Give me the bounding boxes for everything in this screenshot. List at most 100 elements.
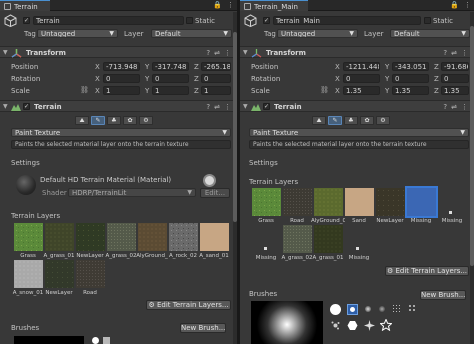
settings-tool-button[interactable]: ⚙ (139, 116, 153, 125)
terrain-layer-tile[interactable] (76, 260, 105, 288)
more-icon[interactable]: ⋮ (224, 49, 231, 57)
detail-tool-button[interactable]: ✿ (360, 116, 374, 125)
position-x-field[interactable]: -713.948 (103, 62, 140, 71)
terrain-layer-tile[interactable] (283, 225, 312, 253)
tab-inspector-terrain[interactable]: Terrain (0, 0, 50, 11)
scale-y-field[interactable]: 1 (152, 86, 189, 95)
brush-soft-icon[interactable] (365, 306, 371, 312)
link-icon[interactable]: ⛓ (80, 86, 89, 94)
new-brush-button[interactable]: New Brush... (180, 323, 226, 333)
active-checkbox[interactable]: ✓ (263, 17, 270, 24)
terrain-layer-tile[interactable] (107, 223, 136, 251)
scrollbar-thumb[interactable] (470, 26, 474, 266)
tab-inspector-terrain-main[interactable]: Terrain_Main (240, 0, 308, 11)
edit-shader-button[interactable]: Edit... (200, 188, 230, 198)
brush-splat-icon[interactable] (331, 321, 340, 330)
edit-terrain-layers-button[interactable]: ⚙ Edit Terrain Layers... (385, 266, 469, 276)
tree-tool-button[interactable]: ♣ (107, 116, 121, 125)
tag-dropdown[interactable]: Untagged ▼ (277, 29, 358, 38)
help-icon[interactable]: ? (443, 103, 447, 111)
rotation-y-field[interactable]: 0 (392, 74, 429, 83)
rotation-x-field[interactable]: 0 (343, 74, 380, 83)
help-icon[interactable]: ? (206, 49, 210, 57)
terrain-layer-tile[interactable] (14, 260, 43, 288)
scale-x-field[interactable]: 1 (103, 86, 140, 95)
terrain-header[interactable]: ▼ ✓ Terrain ? ⇌ ⋮ (240, 100, 474, 112)
terrain-layer-tile[interactable] (314, 188, 343, 216)
tree-tool-button[interactable]: ♣ (344, 116, 358, 125)
raise-lower-tool-button[interactable]: ⛰ (312, 116, 326, 125)
brush-square-icon[interactable] (103, 337, 110, 344)
help-icon[interactable]: ? (206, 103, 210, 111)
brush-starburst-icon[interactable] (364, 320, 375, 331)
terrain-layer-tile[interactable] (345, 188, 374, 216)
terrain-layer-tile[interactable] (200, 223, 229, 251)
brush-circle-icon[interactable] (92, 337, 99, 344)
object-name-field[interactable]: Terrain_Main (273, 16, 421, 25)
terrain-layer-tile[interactable] (138, 223, 167, 251)
brush-soft-selected-icon[interactable] (347, 304, 358, 315)
lock-icon[interactable]: 🔒 (213, 1, 222, 9)
position-z-field[interactable]: -265.1865 (201, 62, 231, 71)
object-name-field[interactable]: Terrain (33, 16, 184, 25)
collapse-arrow-icon[interactable]: ▼ (243, 49, 248, 56)
rotation-z-field[interactable]: 0 (201, 74, 231, 83)
static-checkbox[interactable] (186, 17, 193, 24)
link-icon[interactable]: ⛓ (320, 86, 329, 94)
brush-hexagon-icon[interactable] (347, 320, 358, 331)
terrain-layer-tile[interactable] (76, 223, 105, 251)
layer-dropdown[interactable]: Default ▼ (151, 29, 232, 38)
brush-circle-icon[interactable] (330, 304, 341, 315)
position-y-field[interactable]: -317.748 (152, 62, 189, 71)
tag-dropdown[interactable]: Untagged ▼ (37, 29, 118, 38)
rotation-z-field[interactable]: 0 (441, 74, 469, 83)
material-settings-icon[interactable] (203, 174, 216, 187)
edit-terrain-layers-button[interactable]: ⚙ Edit Terrain Layers... (146, 300, 231, 310)
rotation-x-field[interactable]: 0 (103, 74, 140, 83)
terrain-layer-tile[interactable] (14, 223, 43, 251)
brush-fade-icon[interactable] (379, 306, 385, 312)
new-brush-button[interactable]: New Brush... (420, 290, 466, 300)
more-icon[interactable]: ⋮ (224, 103, 231, 111)
collapse-arrow-icon[interactable]: ▼ (3, 49, 8, 56)
terrain-enabled-checkbox[interactable]: ✓ (263, 103, 270, 110)
scale-z-field[interactable]: 1.35 (441, 86, 469, 95)
terrain-header[interactable]: ▼ ✓ Terrain ? ⇌ ⋮ (0, 100, 237, 112)
terrain-layer-tile[interactable] (45, 260, 74, 288)
more-icon[interactable]: ⋮ (461, 103, 468, 111)
static-checkbox[interactable] (424, 17, 431, 24)
terrain-layer-tile[interactable] (376, 188, 405, 216)
transform-header[interactable]: ▼ Transform ? ⇌ ⋮ (0, 46, 237, 58)
scale-z-field[interactable]: 1 (201, 86, 231, 95)
layer-dropdown[interactable]: Default ▼ (390, 29, 470, 38)
position-x-field[interactable]: -1211.448 (343, 62, 380, 71)
brush-noise-icon[interactable] (392, 304, 401, 313)
terrain-layer-tile[interactable] (314, 225, 343, 253)
terrain-layer-tile[interactable] (252, 188, 281, 216)
transform-header[interactable]: ▼ Transform ? ⇌ ⋮ (240, 46, 474, 58)
preset-icon[interactable]: ⇌ (451, 103, 457, 111)
collapse-arrow-icon[interactable]: ▼ (243, 103, 248, 110)
help-icon[interactable]: ? (443, 49, 447, 57)
terrain-layer-tile[interactable] (283, 188, 312, 216)
preset-icon[interactable]: ⇌ (214, 103, 220, 111)
paint-texture-tool-button[interactable]: ✎ (328, 116, 342, 125)
shader-dropdown[interactable]: HDRP/TerrainLit ▼ (68, 188, 196, 197)
terrain-layer-tile-selected[interactable] (405, 186, 438, 218)
position-y-field[interactable]: -343.051 (392, 62, 429, 71)
scale-x-field[interactable]: 1.35 (343, 86, 380, 95)
lock-icon[interactable]: 🔒 (450, 1, 459, 9)
collapse-arrow-icon[interactable]: ▼ (3, 103, 8, 110)
settings-tool-button[interactable]: ⚙ (376, 116, 390, 125)
raise-lower-tool-button[interactable]: ⛰ (75, 116, 89, 125)
brush-star-icon[interactable] (379, 318, 393, 332)
detail-tool-button[interactable]: ✿ (123, 116, 137, 125)
menu-icon[interactable]: ⋮ (464, 1, 471, 9)
menu-icon[interactable]: ⋮ (227, 1, 234, 9)
scale-y-field[interactable]: 1.35 (392, 86, 429, 95)
paint-texture-tool-button[interactable]: ✎ (91, 116, 105, 125)
rotation-y-field[interactable]: 0 (152, 74, 189, 83)
position-z-field[interactable]: -91.68646 (441, 62, 469, 71)
brush-scatter-icon[interactable] (408, 304, 417, 313)
active-checkbox[interactable]: ✓ (23, 17, 30, 24)
